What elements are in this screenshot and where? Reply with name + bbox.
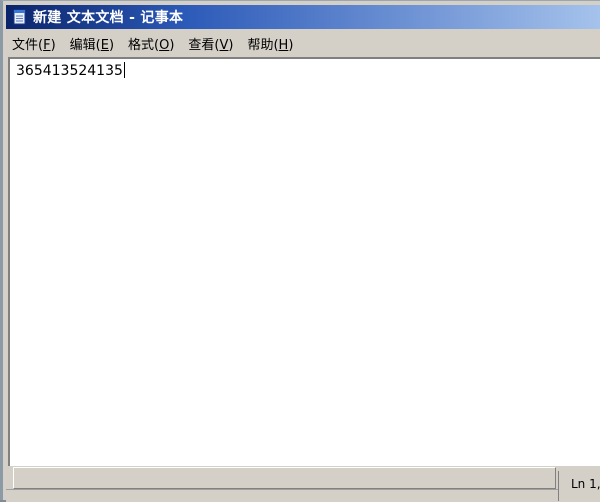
editor-text: 365413524135 [16, 63, 123, 79]
menu-edit[interactable]: 编辑(E) [64, 34, 120, 53]
menu-format[interactable]: 格式(O) [122, 34, 180, 53]
editor-content-line[interactable]: 365413524135 [16, 62, 125, 80]
cursor-position: Ln 1, [571, 477, 600, 491]
status-bar [6, 489, 600, 502]
menu-view[interactable]: 查看(V) [182, 34, 239, 53]
horizontal-scrollbar[interactable] [13, 467, 556, 489]
menu-file[interactable]: 文件(F) [6, 34, 62, 53]
title-bar[interactable]: 新建 文本文档 - 记事本 [6, 5, 600, 29]
window-title: 新建 文本文档 - 记事本 [33, 10, 184, 26]
text-editor-area[interactable]: 365413524135 [8, 57, 600, 466]
status-position-pane: Ln 1, [558, 471, 600, 501]
notepad-icon[interactable] [13, 9, 27, 25]
menu-bar: 文件(F) 编辑(E) 格式(O) 查看(V) 帮助(H) [6, 31, 600, 55]
menu-help[interactable]: 帮助(H) [241, 34, 299, 53]
notepad-window: 新建 文本文档 - 记事本 文件(F) 编辑(E) 格式(O) 查看(V) 帮助… [0, 0, 600, 502]
text-caret [123, 62, 125, 78]
